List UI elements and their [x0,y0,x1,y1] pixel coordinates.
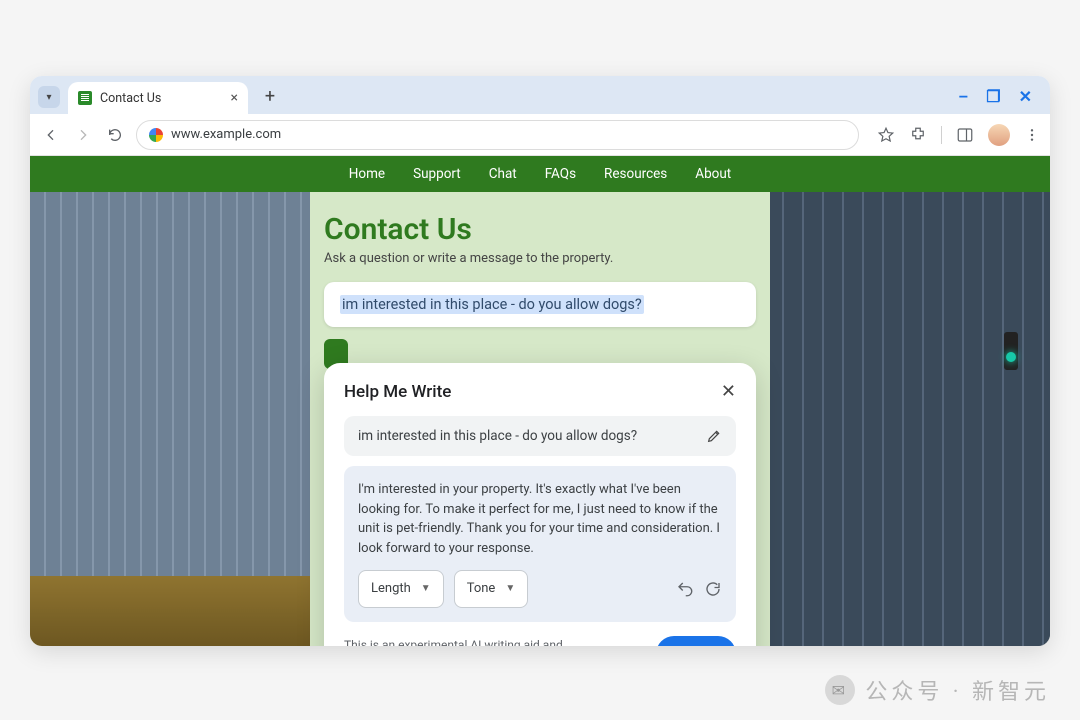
profile-avatar[interactable] [988,124,1010,146]
reload-icon [107,127,123,143]
toolbar-actions [877,124,1040,146]
forward-button[interactable] [72,124,94,146]
hmw-output-text: I'm interested in your property. It's ex… [358,480,722,558]
reload-button[interactable] [104,124,126,146]
google-icon [149,128,163,142]
browser-toolbar: www.example.com [30,114,1050,156]
new-tab-button[interactable]: + [256,82,284,110]
side-panel-icon[interactable] [956,126,974,144]
back-button[interactable] [40,124,62,146]
tab-strip: ▾ Contact Us × + – ❐ ✕ [30,76,1050,114]
insert-button[interactable]: Insert [656,636,736,647]
tab-close-icon[interactable]: × [231,90,238,106]
site-nav: Home Support Chat FAQs Resources About [30,156,1050,192]
chevron-down-icon: ▼ [421,581,431,596]
tone-dropdown[interactable]: Tone ▼ [454,570,529,608]
window-minimize-icon[interactable]: – [958,87,968,106]
address-bar[interactable]: www.example.com [136,120,859,150]
thumbs-up-icon[interactable] [594,646,610,647]
browser-window: ▾ Contact Us × + – ❐ ✕ www.example.com [30,76,1050,646]
nav-home[interactable]: Home [349,166,385,182]
hmw-prompt-text: im interested in this place - do you all… [358,428,637,444]
nav-about[interactable]: About [695,166,731,182]
hmw-disclaimer: This is an experimental AI writing aid a… [344,637,584,646]
nav-chat[interactable]: Chat [489,166,517,182]
window-controls: – ❐ ✕ [958,87,1042,106]
window-maximize-icon[interactable]: ❐ [986,87,1000,106]
regenerate-icon[interactable] [704,580,722,598]
hmw-prompt-box[interactable]: im interested in this place - do you all… [344,416,736,456]
contact-panel: Contact Us Ask a question or write a mes… [310,192,770,646]
url-text: www.example.com [171,127,281,142]
watermark-text: 公众号 · 新智元 [865,674,1050,706]
tab-title: Contact Us [100,91,161,106]
message-input[interactable]: im interested in this place - do you all… [324,282,756,327]
page-title: Contact Us [324,212,756,247]
thumbs-down-icon[interactable] [616,646,632,647]
hmw-title: Help Me Write [344,382,451,402]
nav-faqs[interactable]: FAQs [545,166,576,182]
wechat-icon: ✉ [825,675,855,705]
window-close-icon[interactable]: ✕ [1019,87,1032,106]
hmw-close-button[interactable]: ✕ [721,381,736,402]
watermark: ✉ 公众号 · 新智元 [825,674,1050,706]
tone-label: Tone [467,579,496,599]
extensions-icon[interactable] [909,126,927,144]
length-label: Length [371,579,411,599]
bookmark-star-icon[interactable] [877,126,895,144]
hero: Contact Us Ask a question or write a mes… [30,192,1050,646]
message-input-text: im interested in this place - do you all… [340,295,644,314]
nav-support[interactable]: Support [413,166,461,182]
arrow-right-icon [75,127,91,143]
browser-tab[interactable]: Contact Us × [68,82,248,114]
kebab-menu-icon[interactable] [1024,127,1040,143]
nav-resources[interactable]: Resources [604,166,667,182]
help-me-write-panel: Help Me Write ✕ im interested in this pl… [324,363,756,646]
tab-search-dropdown[interactable]: ▾ [38,86,60,108]
page-content: Home Support Chat FAQs Resources About C… [30,156,1050,646]
chevron-down-icon: ▼ [505,581,515,596]
hmw-output-box: I'm interested in your property. It's ex… [344,466,736,622]
arrow-left-icon [43,127,59,143]
length-dropdown[interactable]: Length ▼ [358,570,444,608]
pencil-icon[interactable] [706,428,722,444]
favicon-icon [78,91,92,105]
page-subtitle: Ask a question or write a message to the… [324,251,756,266]
toolbar-separator [941,126,942,144]
undo-icon[interactable] [676,580,694,598]
feedback-buttons [594,646,632,647]
